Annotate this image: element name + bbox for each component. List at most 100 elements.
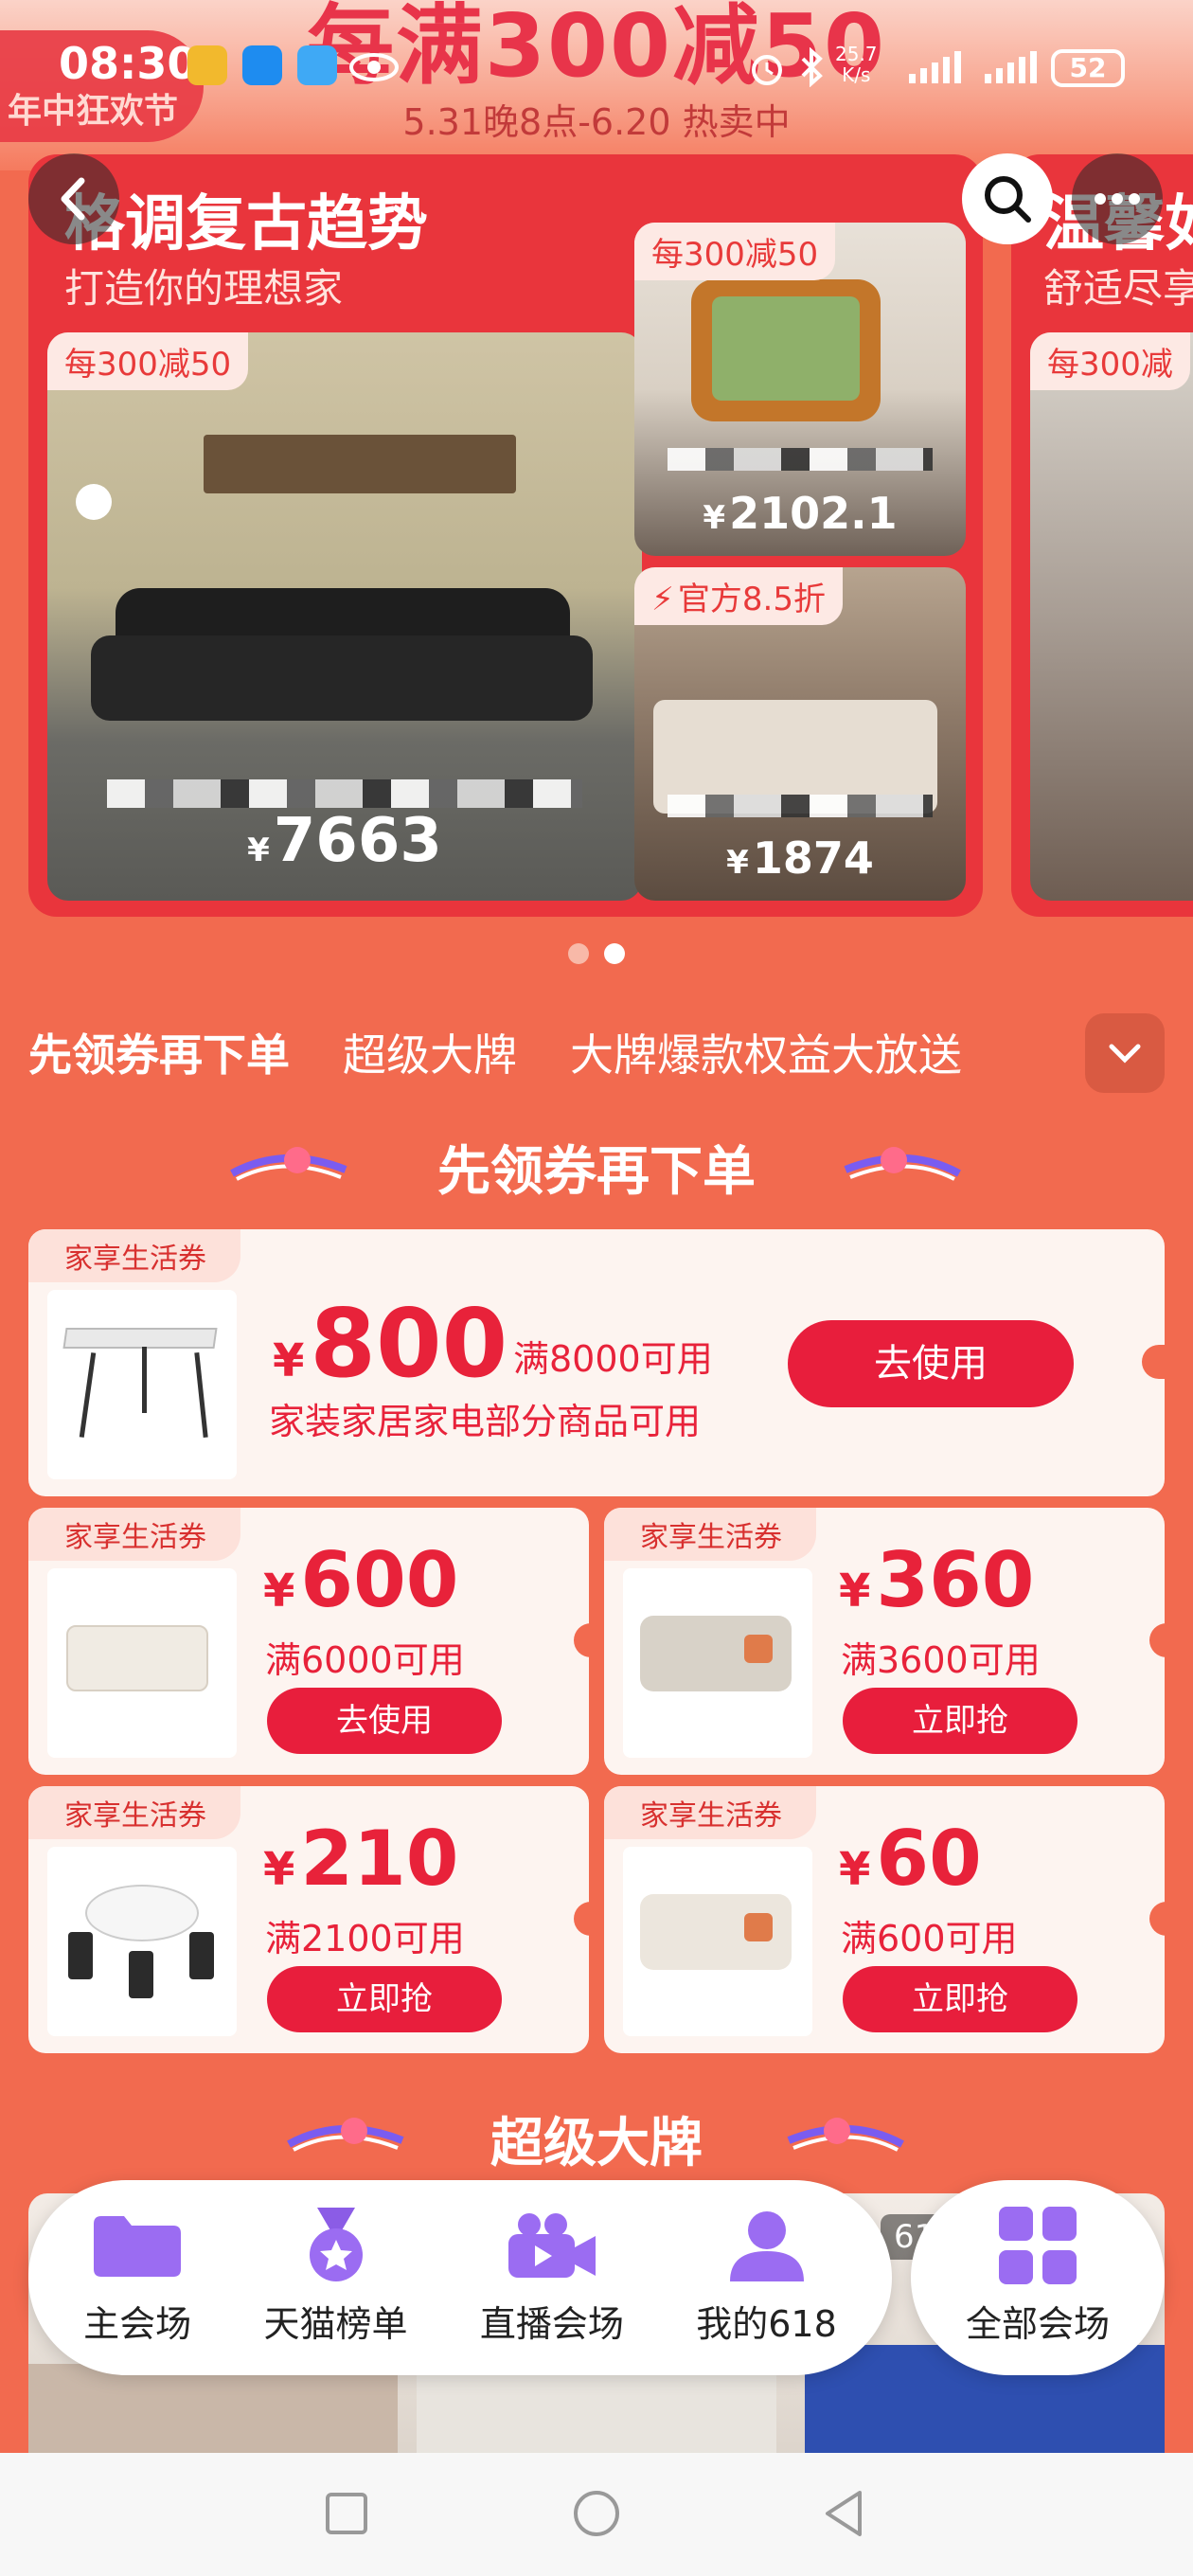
coupon-amount: ¥800 bbox=[273, 1288, 508, 1399]
video-camera-icon bbox=[505, 2209, 599, 2281]
nav-tmall-rank[interactable]: 天猫榜单 bbox=[264, 2207, 408, 2347]
nav-all-venues[interactable]: 全部会场 bbox=[911, 2180, 1165, 2375]
promo-tag: ⚡ 官方8.5折 bbox=[634, 567, 843, 625]
product-thumbnail bbox=[47, 1290, 237, 1479]
coupon-amount: ¥600 bbox=[263, 1536, 459, 1624]
eye-icon bbox=[348, 51, 400, 87]
coupon-card: 家享生活券 ¥60 满600可用 立即抢 bbox=[604, 1786, 1174, 2053]
product-price: ¥7663 bbox=[247, 806, 442, 876]
coupon-label: 家享生活券 bbox=[28, 1786, 240, 1839]
tab-brand-giveaway[interactable]: 大牌爆款权益大放送 bbox=[570, 1021, 962, 1083]
signal-icon-2 bbox=[985, 49, 1037, 83]
promo-tag: 每300减50 bbox=[634, 223, 836, 280]
product-tile[interactable]: ⚡ 官方8.5折 ¥1874 bbox=[634, 567, 966, 901]
product-price: ¥2102.1 bbox=[703, 488, 898, 539]
carousel-card-next[interactable]: 温馨如 舒适尽享 每300减 bbox=[1011, 154, 1193, 917]
app-notification-icon bbox=[297, 45, 337, 85]
coupon-card: 家享生活券 ¥600 满6000可用 去使用 bbox=[28, 1508, 598, 1775]
coupon-condition: 满2100可用 bbox=[265, 1918, 465, 1959]
nav-main-venue[interactable]: 主会场 bbox=[83, 2209, 191, 2347]
back-nav-button[interactable] bbox=[816, 2485, 873, 2542]
ribbon-decoration-right bbox=[844, 1147, 961, 1181]
coupon-notch bbox=[574, 1902, 598, 1936]
coupon-notch bbox=[574, 1623, 598, 1657]
card-subtitle: 打造你的理想家 bbox=[64, 265, 344, 312]
grab-coupon-button[interactable]: 立即抢 bbox=[843, 1966, 1077, 2032]
coupon-amount: ¥210 bbox=[263, 1815, 459, 1903]
product-thumbnail bbox=[623, 1568, 812, 1758]
battery-indicator: 52 bbox=[1051, 49, 1125, 87]
tab-fade bbox=[947, 1013, 1079, 1080]
message-icon bbox=[242, 45, 282, 85]
product-thumbnail bbox=[623, 1847, 812, 2036]
coupon-label: 家享生活券 bbox=[604, 1508, 816, 1561]
product-thumbnail bbox=[47, 1568, 237, 1758]
coupon-condition: 满6000可用 bbox=[265, 1639, 465, 1681]
coupon-notch bbox=[1149, 1623, 1174, 1657]
carousel-dot-active bbox=[604, 943, 625, 964]
user-icon bbox=[720, 2209, 814, 2281]
coupon-label: 家享生活券 bbox=[28, 1508, 240, 1561]
coupon-label: 家享生活券 bbox=[604, 1786, 816, 1839]
promo-tag: 每300减50 bbox=[47, 332, 249, 390]
search-icon bbox=[985, 176, 1031, 223]
recent-apps-button[interactable] bbox=[318, 2485, 375, 2542]
card-subtitle: 舒适尽享 bbox=[1043, 265, 1193, 312]
tab-super-brands[interactable]: 超级大牌 bbox=[343, 1021, 517, 1083]
network-speed: 25.7 K/s bbox=[835, 43, 878, 86]
product-tile[interactable]: 每300减50 ¥7663 bbox=[47, 332, 642, 901]
coupon-condition: 满600可用 bbox=[841, 1918, 1018, 1959]
festival-label: 年中狂欢节 bbox=[8, 92, 179, 131]
product-image bbox=[204, 435, 516, 493]
use-coupon-button[interactable]: 去使用 bbox=[267, 1688, 502, 1754]
blurred-title bbox=[668, 448, 933, 471]
coupon-notch bbox=[1149, 1902, 1174, 1936]
carousel-dot bbox=[568, 943, 589, 964]
blurred-title bbox=[668, 795, 933, 817]
grab-coupon-button[interactable]: 立即抢 bbox=[843, 1688, 1077, 1754]
product-tile[interactable]: 每300减 bbox=[1030, 332, 1193, 901]
coupon-label: 家享生活券 bbox=[28, 1229, 240, 1282]
promo-tag: 每300减 bbox=[1030, 332, 1190, 390]
coupon-amount: ¥60 bbox=[839, 1815, 982, 1903]
coupon-condition: 满8000可用 bbox=[513, 1338, 713, 1380]
expand-tabs-button[interactable] bbox=[1085, 1013, 1165, 1093]
coupon-card: 家享生活券 ¥360 满3600可用 立即抢 bbox=[604, 1508, 1174, 1775]
chevron-left-icon bbox=[61, 177, 85, 221]
lamp-shape bbox=[76, 484, 112, 520]
tab-coupons-first[interactable]: 先领券再下单 bbox=[28, 1021, 290, 1083]
nav-live-venue[interactable]: 直播会场 bbox=[480, 2209, 624, 2347]
chevron-down-icon bbox=[1109, 1044, 1141, 1064]
coupon-condition: 满3600可用 bbox=[841, 1639, 1041, 1681]
folder-icon bbox=[90, 2209, 185, 2281]
bluetooth-icon bbox=[799, 46, 826, 91]
product-tile[interactable]: 每300减50 ¥2102.1 bbox=[634, 223, 966, 556]
nav-my-618[interactable]: 我的618 bbox=[696, 2209, 837, 2347]
home-button[interactable] bbox=[568, 2485, 625, 2542]
product-image bbox=[691, 279, 881, 421]
status-time: 08:30 bbox=[59, 38, 198, 89]
more-button[interactable] bbox=[1072, 153, 1163, 244]
medal-icon bbox=[289, 2207, 383, 2281]
more-icon bbox=[1095, 193, 1140, 205]
section-heading: 超级大牌 bbox=[490, 2113, 703, 2174]
search-button[interactable] bbox=[962, 153, 1053, 244]
sofa-shape bbox=[91, 588, 593, 721]
signal-icon bbox=[909, 49, 961, 83]
product-price: ¥1874 bbox=[726, 832, 874, 884]
section-tabs: 先领券再下单 超级大牌 大牌爆款权益大放送 bbox=[28, 1021, 962, 1083]
coupon-amount: ¥360 bbox=[839, 1536, 1035, 1624]
use-coupon-button[interactable]: 去使用 bbox=[788, 1320, 1074, 1407]
blurred-title bbox=[106, 779, 583, 808]
carousel-indicator bbox=[0, 943, 1193, 964]
coupon-card: 家享生活券 ¥800 满8000可用 家装家居家电部分商品可用 去使用 bbox=[28, 1229, 1166, 1496]
coupon-notch bbox=[1142, 1345, 1166, 1379]
card-title: 格调复古趋势 bbox=[64, 189, 428, 259]
bottom-nav: 主会场 天猫榜单 直播会场 我的618 bbox=[28, 2180, 892, 2375]
grid-icon bbox=[990, 2206, 1085, 2284]
grab-coupon-button[interactable]: 立即抢 bbox=[267, 1966, 502, 2032]
alarm-icon bbox=[748, 49, 786, 91]
carousel-card[interactable]: 格调复古趋势 打造你的理想家 每300减50 ¥7663 每300减50 ¥21… bbox=[28, 154, 983, 917]
section-heading: 先领券再下单 bbox=[437, 1141, 756, 1203]
back-button[interactable] bbox=[28, 153, 119, 244]
